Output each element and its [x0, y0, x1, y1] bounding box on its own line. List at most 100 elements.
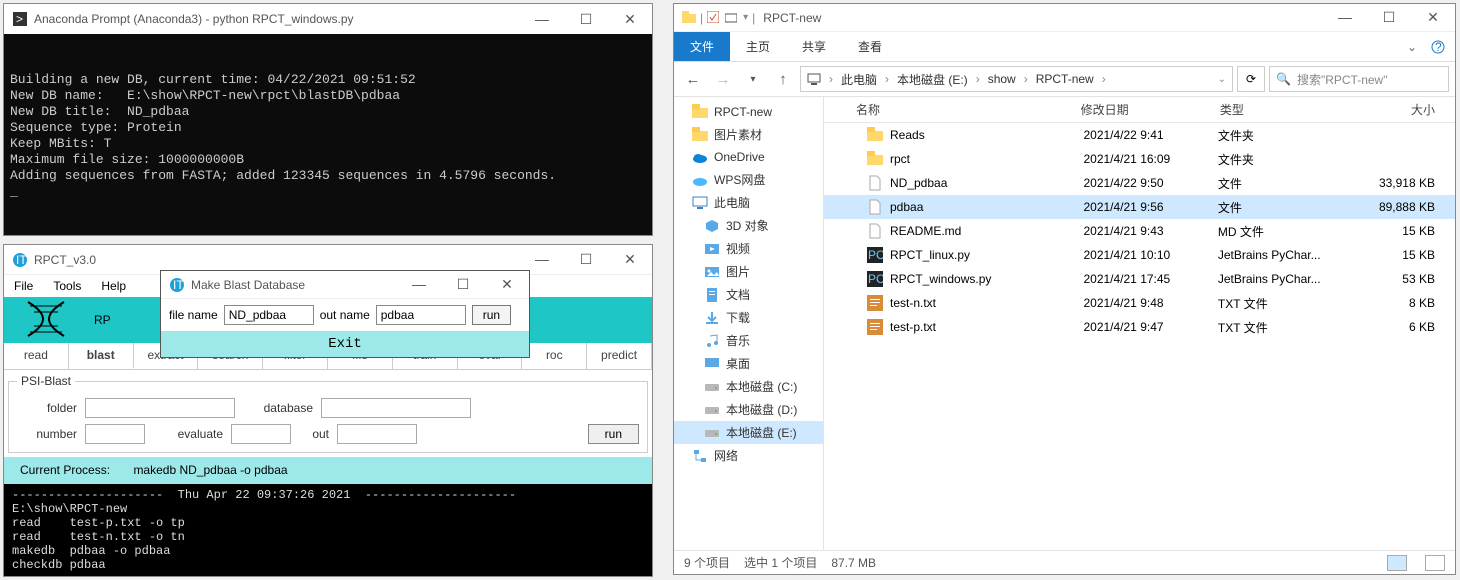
minimize-button[interactable]: — — [528, 11, 556, 28]
out-input[interactable] — [337, 424, 417, 444]
nav-item[interactable]: OneDrive — [674, 146, 823, 168]
nav-item[interactable]: 此电脑 — [674, 191, 823, 214]
tab-predict[interactable]: predict — [587, 343, 652, 369]
file-row[interactable]: PCRPCT_linux.py2021/4/21 10:10JetBrains … — [824, 243, 1455, 267]
breadcrumb-segment[interactable]: 本地磁盘 (E:) — [897, 71, 968, 88]
nav-item[interactable]: 网络 — [674, 444, 823, 467]
folder-input[interactable] — [85, 398, 235, 418]
nav-item-label: 图片 — [726, 263, 750, 280]
header-date[interactable]: 修改日期 — [1073, 101, 1212, 118]
nav-item-label: 音乐 — [726, 332, 750, 349]
menu-file[interactable]: File — [14, 279, 33, 293]
nav-item[interactable]: 文档 — [674, 283, 823, 306]
dialog-exit-button[interactable]: Exit — [161, 331, 529, 357]
breadcrumb-segment[interactable]: RPCT-new — [1036, 72, 1094, 86]
recent-dropdown-icon[interactable]: ▾ — [740, 66, 766, 92]
rpct-title: RPCT_v3.0 — [34, 253, 528, 267]
header-type[interactable]: 类型 — [1212, 101, 1342, 118]
minimize-button[interactable]: — — [1331, 9, 1359, 26]
nav-item[interactable]: 图片素材 — [674, 123, 823, 146]
ribbon-tab-view[interactable]: 查看 — [842, 32, 898, 61]
file-type: 文件 — [1218, 175, 1342, 192]
details-view-button[interactable] — [1387, 555, 1407, 571]
icons-view-button[interactable] — [1425, 555, 1445, 571]
music-icon — [704, 333, 720, 349]
file-row[interactable]: rpct2021/4/21 16:09文件夹 — [824, 147, 1455, 171]
tab-read[interactable]: read — [4, 343, 69, 369]
nav-item[interactable]: 视频 — [674, 237, 823, 260]
nav-item[interactable]: 下载 — [674, 306, 823, 329]
file-list[interactable]: Reads2021/4/22 9:41文件夹rpct2021/4/21 16:0… — [824, 123, 1455, 550]
header-size[interactable]: 大小 — [1342, 101, 1455, 118]
maximize-button[interactable]: ☐ — [1375, 9, 1403, 26]
nav-item[interactable]: 本地磁盘 (E:) — [674, 421, 823, 444]
ribbon-help-icon[interactable]: ? — [1431, 40, 1445, 54]
qat-dropdown-icon[interactable]: ▾ — [743, 12, 748, 23]
nav-item-label: 网络 — [714, 447, 738, 464]
file-explorer-window: | ▾ | RPCT-new — ☐ ✕ 文件 主页 共享 查看 ⌄ ? ← →… — [673, 3, 1456, 575]
ribbon-tab-file[interactable]: 文件 — [674, 32, 730, 61]
ribbon-tab-share[interactable]: 共享 — [786, 32, 842, 61]
nav-item[interactable]: 音乐 — [674, 329, 823, 352]
maximize-button[interactable]: ☐ — [572, 251, 600, 268]
file-row[interactable]: ND_pdbaa2021/4/22 9:50文件33,918 KB — [824, 171, 1455, 195]
nav-item[interactable]: 3D 对象 — [674, 214, 823, 237]
disk-icon — [704, 402, 720, 418]
nav-item[interactable]: 本地磁盘 (C:) — [674, 375, 823, 398]
breadcrumb-segment[interactable]: show — [988, 72, 1016, 86]
cmd-icon: > — [12, 11, 28, 27]
database-input[interactable] — [321, 398, 471, 418]
close-button[interactable]: ✕ — [493, 276, 521, 293]
file-row[interactable]: pdbaa2021/4/21 9:56文件89,888 KB — [824, 195, 1455, 219]
header-name[interactable]: 名称 — [824, 101, 1073, 118]
close-button[interactable]: ✕ — [1419, 9, 1447, 26]
explorer-titlebar[interactable]: | ▾ | RPCT-new — ☐ ✕ — [674, 4, 1455, 32]
file-row[interactable]: test-n.txt2021/4/21 9:48TXT 文件8 KB — [824, 291, 1455, 315]
file-row[interactable]: PCRPCT_windows.py2021/4/21 17:45JetBrain… — [824, 267, 1455, 291]
menu-tools[interactable]: Tools — [53, 279, 81, 293]
navigation-pane[interactable]: RPCT-new图片素材OneDriveWPS网盘此电脑3D 对象视频图片文档下… — [674, 97, 824, 550]
tab-roc[interactable]: roc — [522, 343, 587, 369]
nav-item[interactable]: 桌面 — [674, 352, 823, 375]
out-name-input[interactable] — [376, 305, 466, 325]
maximize-button[interactable]: ☐ — [572, 11, 600, 28]
number-input[interactable] — [85, 424, 145, 444]
ribbon-tab-home[interactable]: 主页 — [730, 32, 786, 61]
forward-button[interactable]: → — [710, 66, 736, 92]
tab-blast[interactable]: blast — [69, 343, 134, 369]
close-button[interactable]: ✕ — [616, 251, 644, 268]
svg-text:PC: PC — [868, 248, 883, 262]
nav-item[interactable]: 本地磁盘 (D:) — [674, 398, 823, 421]
file-name-input[interactable] — [224, 305, 314, 325]
ribbon-expand-icon[interactable]: ⌄ — [1407, 40, 1417, 54]
new-folder-icon[interactable] — [725, 11, 739, 25]
file-row[interactable]: test-p.txt2021/4/21 9:47TXT 文件6 KB — [824, 315, 1455, 339]
run-button[interactable]: run — [588, 424, 639, 444]
breadcrumb[interactable]: › 此电脑› 本地磁盘 (E:)› show› RPCT-new› ⌄ — [800, 66, 1233, 92]
rpct-terminal-output[interactable]: --------------------- Thu Apr 22 09:37:2… — [4, 484, 652, 576]
menu-help[interactable]: Help — [101, 279, 126, 293]
up-button[interactable]: ↑ — [770, 66, 796, 92]
file-row[interactable]: README.md2021/4/21 9:43MD 文件15 KB — [824, 219, 1455, 243]
file-row[interactable]: Reads2021/4/22 9:41文件夹 — [824, 123, 1455, 147]
evaluate-input[interactable] — [231, 424, 291, 444]
minimize-button[interactable]: — — [405, 276, 433, 293]
breadcrumb-dropdown-icon[interactable]: ⌄ — [1218, 74, 1226, 85]
dialog-titlebar[interactable]: IT Make Blast Database — ☐ ✕ — [161, 271, 529, 299]
file-name: test-p.txt — [890, 320, 936, 334]
nav-item[interactable]: WPS网盘 — [674, 168, 823, 191]
cmd-terminal-output[interactable]: Building a new DB, current time: 04/22/2… — [4, 34, 652, 235]
nav-item[interactable]: RPCT-new — [674, 101, 823, 123]
search-box[interactable]: 🔍 搜索"RPCT-new" — [1269, 66, 1449, 92]
refresh-button[interactable]: ⟳ — [1237, 66, 1265, 92]
breadcrumb-segment[interactable]: 此电脑 — [841, 71, 877, 88]
dialog-run-button[interactable]: run — [472, 305, 511, 325]
close-button[interactable]: ✕ — [616, 11, 644, 28]
minimize-button[interactable]: — — [528, 251, 556, 268]
cmd-titlebar[interactable]: > Anaconda Prompt (Anaconda3) - python R… — [4, 4, 652, 34]
back-button[interactable]: ← — [680, 66, 706, 92]
nav-item[interactable]: 图片 — [674, 260, 823, 283]
maximize-button[interactable]: ☐ — [449, 276, 477, 293]
file-size: 33,918 KB — [1342, 176, 1455, 190]
properties-icon[interactable] — [707, 11, 721, 25]
